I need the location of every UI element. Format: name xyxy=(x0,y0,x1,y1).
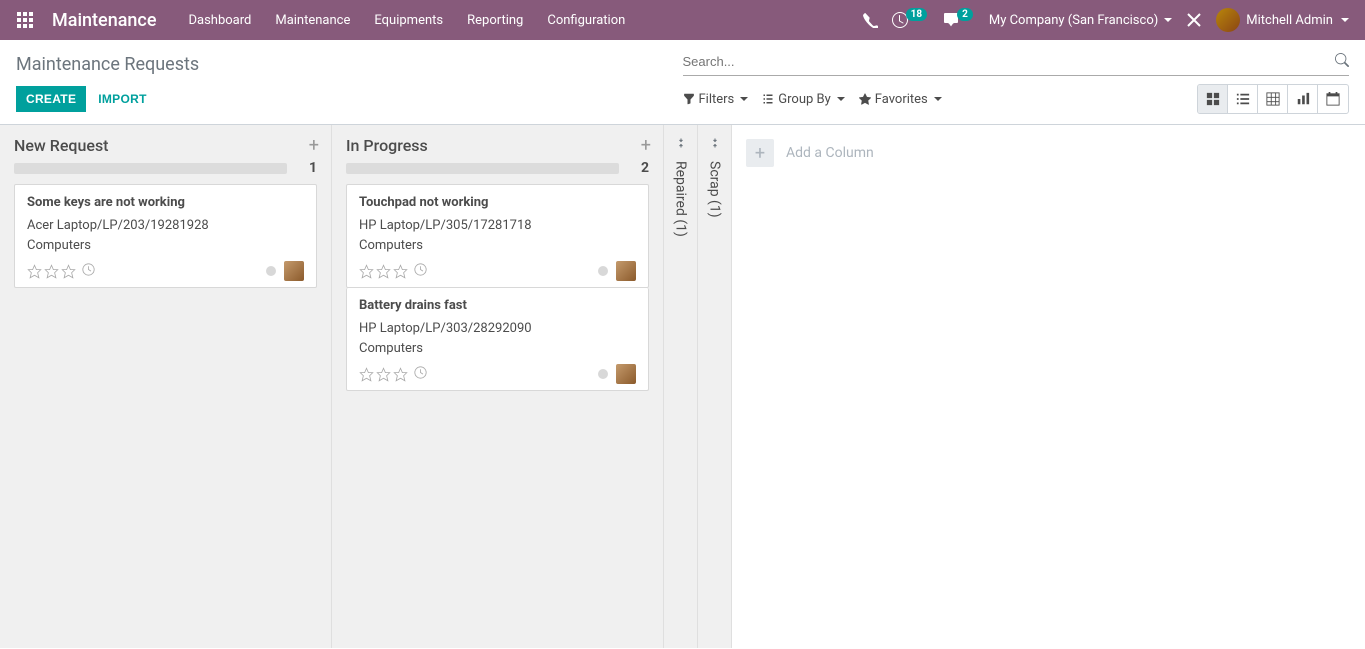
compress-icon xyxy=(709,137,721,153)
folded-label: Repaired (1) xyxy=(673,161,689,237)
control-panel: Maintenance Requests CREATE IMPORT Filte… xyxy=(0,40,1365,125)
column-count: 1 xyxy=(287,160,317,176)
assignee-avatar[interactable] xyxy=(616,261,636,281)
caret-down-icon xyxy=(1164,18,1172,22)
card-title: Battery drains fast xyxy=(359,298,636,313)
calendar-view-button[interactable] xyxy=(1318,85,1348,113)
progress-bar[interactable] xyxy=(14,163,287,174)
app-brand[interactable]: Maintenance xyxy=(42,10,176,31)
progress-bar[interactable] xyxy=(346,163,619,174)
kanban-column-new-request: New Request + 1 Some keys are not workin… xyxy=(0,125,332,648)
folded-label: Scrap (1) xyxy=(707,161,723,218)
kanban-board: New Request + 1 Some keys are not workin… xyxy=(0,125,1365,648)
caret-down-icon xyxy=(934,97,942,101)
search-bar[interactable] xyxy=(683,48,1350,76)
caret-down-icon xyxy=(740,97,748,101)
activity-icon[interactable] xyxy=(414,366,427,383)
caret-down-icon xyxy=(837,97,845,101)
favorites-dropdown[interactable]: Favorites xyxy=(859,92,942,107)
menu-dashboard[interactable]: Dashboard xyxy=(176,0,263,40)
company-switcher[interactable]: My Company (San Francisco) xyxy=(989,13,1172,28)
filter-icon xyxy=(683,93,695,105)
priority-stars[interactable] xyxy=(27,264,76,279)
filters-dropdown[interactable]: Filters xyxy=(683,92,749,107)
search-input[interactable] xyxy=(683,48,1336,75)
column-count: 2 xyxy=(619,160,649,176)
navbar-right: 18 2 My Company (San Francisco) Mitchell… xyxy=(862,8,1357,32)
kanban-state-dot[interactable] xyxy=(598,369,608,379)
card-equipment: HP Laptop/LP/303/28292090 xyxy=(359,319,636,339)
card-title: Some keys are not working xyxy=(27,195,304,210)
top-navbar: Maintenance Dashboard Maintenance Equipm… xyxy=(0,0,1365,40)
view-switcher xyxy=(1197,84,1349,114)
list-icon xyxy=(762,93,774,105)
kanban-folded-repaired[interactable]: Repaired (1) xyxy=(664,125,698,648)
card-category: Computers xyxy=(359,339,636,359)
add-column-button[interactable]: + xyxy=(746,139,774,167)
menu-equipments[interactable]: Equipments xyxy=(362,0,455,40)
menu-configuration[interactable]: Configuration xyxy=(535,0,637,40)
card-title: Touchpad not working xyxy=(359,195,636,210)
main-menu: Dashboard Maintenance Equipments Reporti… xyxy=(176,0,637,40)
compress-icon xyxy=(675,137,687,153)
pivot-view-button[interactable] xyxy=(1258,85,1288,113)
user-name: Mitchell Admin xyxy=(1246,13,1333,28)
kanban-state-dot[interactable] xyxy=(266,266,276,276)
phone-icon[interactable] xyxy=(862,12,878,28)
activities-icon[interactable]: 18 xyxy=(892,12,929,28)
add-column-label[interactable]: Add a Column xyxy=(786,145,874,161)
priority-stars[interactable] xyxy=(359,264,408,279)
menu-reporting[interactable]: Reporting xyxy=(455,0,535,40)
debug-close-icon[interactable] xyxy=(1186,12,1202,28)
activities-badge: 18 xyxy=(906,8,927,21)
page-title: Maintenance Requests xyxy=(16,48,683,76)
card-equipment: HP Laptop/LP/305/17281718 xyxy=(359,216,636,236)
caret-down-icon xyxy=(1341,18,1349,22)
kanban-column-in-progress: In Progress + 2 Touchpad not working HP … xyxy=(332,125,664,648)
groupby-dropdown[interactable]: Group By xyxy=(762,92,845,107)
kanban-view-button[interactable] xyxy=(1198,85,1228,113)
kanban-card[interactable]: Battery drains fast HP Laptop/LP/303/282… xyxy=(346,288,649,391)
kanban-add-column-region: + Add a Column xyxy=(732,125,1365,648)
company-name: My Company (San Francisco) xyxy=(989,13,1158,28)
activity-icon[interactable] xyxy=(82,263,95,280)
create-button[interactable]: CREATE xyxy=(16,86,86,112)
user-menu[interactable]: Mitchell Admin xyxy=(1216,8,1349,32)
search-icon[interactable] xyxy=(1335,53,1349,71)
assignee-avatar[interactable] xyxy=(616,364,636,384)
star-icon xyxy=(859,93,871,105)
menu-maintenance[interactable]: Maintenance xyxy=(263,0,362,40)
priority-stars[interactable] xyxy=(359,367,408,382)
column-title[interactable]: In Progress xyxy=(346,136,641,155)
user-avatar xyxy=(1216,8,1240,32)
graph-view-button[interactable] xyxy=(1288,85,1318,113)
apps-menu-icon[interactable] xyxy=(8,0,42,40)
kanban-state-dot[interactable] xyxy=(598,266,608,276)
import-button[interactable]: IMPORT xyxy=(98,92,146,106)
card-category: Computers xyxy=(27,236,304,256)
kanban-folded-scrap[interactable]: Scrap (1) xyxy=(698,125,732,648)
quick-add-icon[interactable]: + xyxy=(309,135,319,156)
list-view-button[interactable] xyxy=(1228,85,1258,113)
card-equipment: Acer Laptop/LP/203/19281928 xyxy=(27,216,304,236)
activity-icon[interactable] xyxy=(414,263,427,280)
assignee-avatar[interactable] xyxy=(284,261,304,281)
kanban-card[interactable]: Touchpad not working HP Laptop/LP/305/17… xyxy=(346,184,649,288)
card-category: Computers xyxy=(359,236,636,256)
kanban-card[interactable]: Some keys are not working Acer Laptop/LP… xyxy=(14,184,317,288)
messages-icon[interactable]: 2 xyxy=(943,12,975,28)
quick-add-icon[interactable]: + xyxy=(641,135,651,156)
messages-badge: 2 xyxy=(957,8,973,21)
column-title[interactable]: New Request xyxy=(14,136,309,155)
